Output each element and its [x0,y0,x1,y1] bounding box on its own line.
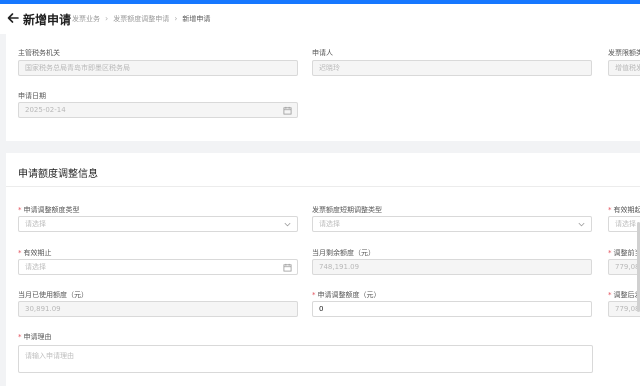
required-asterisk: * [312,291,316,299]
required-asterisk: * [608,206,612,214]
valid-to-placeholder: 请选择 [25,263,46,271]
apply-amount-value: 0 [319,305,324,313]
invoice-type-label: 发票限额类 [608,49,640,57]
applicant-label: 申请人 [312,49,333,57]
breadcrumb-item[interactable]: 发票业务 [72,14,100,24]
apply-date-value: 2025-02-14 [25,106,66,114]
basic-info-card: 主管税务机关 国家税务总局青岛市即墨区税务局 申请人 迟晓玲 发票限额类 增值税… [6,34,640,141]
chevron-down-icon [578,222,585,227]
month-remaining-label: 当月剩余额度（元） [312,249,375,257]
applicant-value: 迟晓玲 [319,64,340,72]
valid-from-label: * 有效期起 [608,205,640,215]
month-used-value: 30,891.09 [25,305,61,313]
invoice-type-field: 增值税发 [608,60,640,76]
adjust-info-card: 申请额度调整信息 * 申请调整额度类型 请选择 发票额度短期调整类型 请选择 * 有… [6,153,640,386]
required-asterisk: * [18,333,22,341]
back-arrow-icon[interactable] [6,11,20,25]
month-remaining-field: 748,191.09 [312,259,592,275]
required-asterisk: * [18,206,22,214]
page-header: 新增申请 发票业务 › 发票额度调整申请 › 新增申请 [0,4,640,34]
adjust-type-placeholder: 请选择 [25,220,46,228]
month-used-field: 30,891.09 [18,301,298,317]
adjust-type-label-text: 申请调整额度类型 [23,206,80,214]
before-adjust-label: * 调整前当 [608,248,640,258]
invoice-type-value: 增值税发 [615,64,640,72]
after-adjust-label: * 调整后发 [608,290,640,300]
month-used-label: 当月已使用额度（元） [18,291,88,299]
breadcrumb: 发票业务 › 发票额度调整申请 › 新增申请 [72,14,210,24]
valid-from-placeholder: 请选择 [615,220,636,228]
breadcrumb-current: 新增申请 [182,15,211,23]
month-remaining-value: 748,191.09 [319,263,360,271]
short-term-type-placeholder: 请选择 [319,220,340,228]
apply-date-label: 申请日期 [18,92,46,100]
before-adjust-field: 779,082. [608,259,640,275]
reason-placeholder: 请输入申请理由 [25,352,74,360]
adjust-type-label: * 申请调整额度类型 [18,205,80,215]
tax-office-label: 主管税务机关 [18,49,60,57]
required-asterisk: * [608,291,612,299]
section-title: 申请额度调整信息 [18,169,98,180]
chevron-right-icon: › [174,14,178,23]
applicant-field: 迟晓玲 [312,60,592,76]
apply-amount-label: * 申请调整额度（元） [312,290,381,300]
valid-to-label-text: 有效期止 [23,249,52,257]
reason-label: * 申请理由 [18,332,52,342]
adjust-type-select[interactable]: 请选择 [18,216,298,232]
calendar-icon [283,263,292,272]
apply-date-field: 2025-02-14 [18,102,298,118]
divider [6,186,640,187]
valid-from-label-text: 有效期起 [613,206,640,214]
tax-office-field: 国家税务总局青岛市即墨区税务局 [18,60,298,76]
short-term-type-label: 发票额度短期调整类型 [312,206,382,214]
breadcrumb-item[interactable]: 发票额度调整申请 [113,14,169,24]
required-asterisk: * [18,249,22,257]
valid-from-picker[interactable]: 请选择 [608,216,640,232]
reason-label-text: 申请理由 [23,333,52,341]
valid-to-picker[interactable]: 请选择 [18,259,298,275]
chevron-down-icon [284,222,291,227]
page-title: 新增申请 [23,13,72,27]
apply-amount-label-text: 申请调整额度（元） [317,291,381,299]
valid-to-label: * 有效期止 [18,248,52,258]
short-term-type-select[interactable]: 请选择 [312,216,592,232]
calendar-icon [283,106,292,115]
after-adjust-field: 779,082. [608,301,640,317]
required-asterisk: * [608,249,612,257]
apply-amount-input[interactable]: 0 [312,301,592,317]
chevron-right-icon: › [105,14,109,23]
reason-textarea[interactable]: 请输入申请理由 [18,345,593,373]
tax-office-value: 国家税务总局青岛市即墨区税务局 [25,64,130,72]
